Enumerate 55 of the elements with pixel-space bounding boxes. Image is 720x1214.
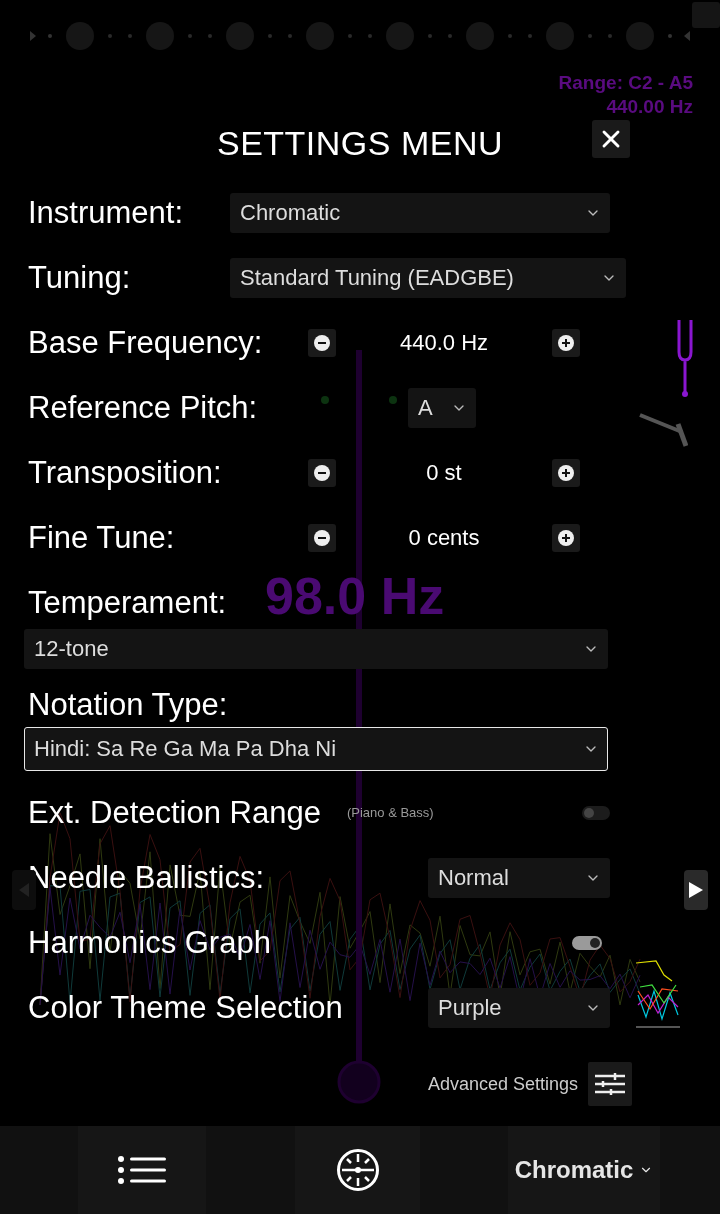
setting-label: Instrument:	[28, 193, 184, 232]
setting-value: 0 cents	[407, 524, 481, 551]
decrease-button[interactable]	[308, 328, 336, 357]
gauge-icon	[335, 1148, 380, 1192]
dropdown[interactable]: A	[408, 387, 476, 428]
setting-label: Fine Tune:	[28, 518, 175, 557]
setting-label: Transposition:	[28, 453, 222, 492]
range-text: Range: C2 - A5	[558, 72, 693, 94]
meter-end-drawing	[638, 412, 688, 448]
right-arrow-icon	[689, 882, 703, 898]
setting-label: Harmonics Graph	[28, 923, 271, 962]
increase-button[interactable]	[552, 523, 580, 552]
setting-value: 440.0 Hz	[398, 329, 490, 356]
setting-label: Color Theme Selection	[28, 988, 343, 1027]
dropdown[interactable]: Normal	[428, 857, 610, 898]
increase-button[interactable]	[552, 328, 580, 357]
decrease-button[interactable]	[308, 458, 336, 487]
plus-icon	[557, 463, 575, 482]
tuning-fork-icon	[676, 318, 694, 398]
advanced-settings-button[interactable]	[588, 1062, 632, 1106]
setting-label: Tuning:	[28, 258, 131, 297]
next-button[interactable]	[684, 870, 708, 910]
list-button[interactable]	[78, 1126, 206, 1214]
tuner-button[interactable]	[295, 1126, 420, 1214]
indicator-dot	[389, 396, 397, 404]
toggle-switch[interactable]	[572, 935, 602, 950]
setting-value: 0 st	[425, 459, 463, 486]
dropdown[interactable]: 12-tone	[24, 629, 608, 670]
dropdown[interactable]: Standard Tuning (EADGBE)	[230, 257, 626, 298]
setting-label: Reference Pitch:	[28, 388, 258, 427]
setting-label: Ext. Detection Range	[28, 793, 321, 832]
decrease-button[interactable]	[308, 523, 336, 552]
dropdown[interactable]: Hindi: Sa Re Ga Ma Pa Dha Ni	[24, 727, 608, 772]
indicator-dot	[321, 396, 329, 404]
mode-dropdown[interactable]: Chromatic	[508, 1126, 660, 1214]
toggle-switch[interactable]	[582, 805, 610, 820]
menu-title: SETTINGS MENU	[216, 123, 504, 163]
dropdown[interactable]: Chromatic	[230, 192, 610, 233]
minus-icon	[313, 463, 331, 482]
setting-label: Notation Type:	[28, 686, 228, 724]
setting-note: (Piano & Bass)	[346, 805, 434, 820]
advanced-settings-label: Advanced Settings	[427, 1073, 578, 1095]
setting-label: Base Frequency:	[28, 323, 263, 362]
sliders-icon	[595, 1073, 625, 1095]
setting-label: Temperament:	[28, 584, 227, 622]
minus-icon	[313, 528, 331, 547]
list-icon	[118, 1156, 166, 1184]
reference-frequency: 440.00 Hz	[606, 96, 693, 118]
frequency-reading: 98.0 Hz	[265, 566, 445, 626]
close-button[interactable]	[592, 120, 630, 158]
plus-icon	[557, 528, 575, 547]
plus-icon	[557, 333, 575, 352]
increase-button[interactable]	[552, 458, 580, 487]
minus-icon	[313, 333, 331, 352]
dropdown[interactable]: Purple	[428, 987, 610, 1028]
